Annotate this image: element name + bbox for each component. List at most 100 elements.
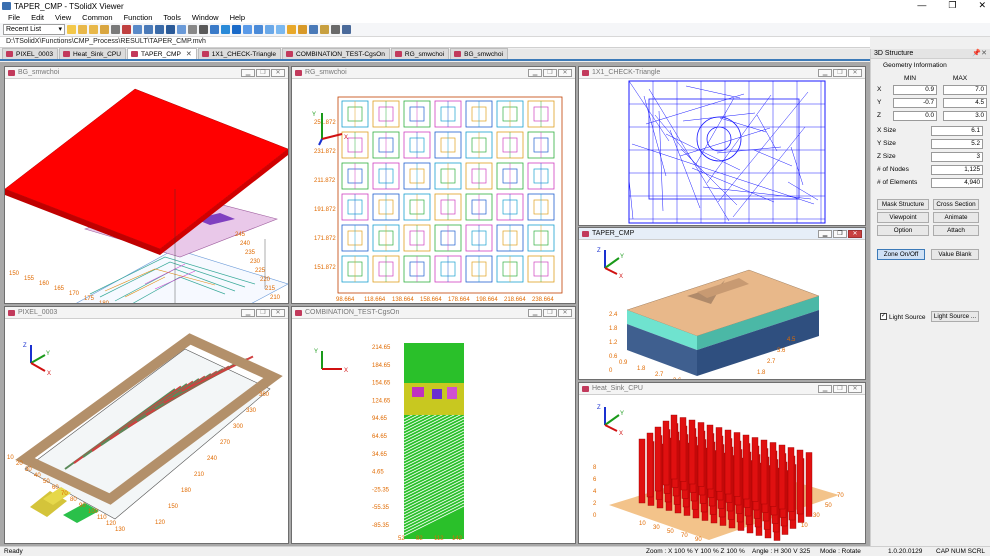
light-source-button[interactable]: Light Source ... [931,311,979,322]
tab-taper[interactable]: TAPER_CMP ✕ [127,48,197,59]
window-close-button[interactable]: ✕ [558,69,572,77]
window-titlebar[interactable]: BG_smwchoi ▁ ❐ ✕ [5,67,288,79]
window-rg[interactable]: RG_smwchoi ▁ ❐ ✕ 98.664 118.664 138.664 158.6… [291,66,576,304]
menu-tools[interactable]: Tools [163,13,181,22]
recent-list-dropdown[interactable]: Recent List [3,24,65,35]
grid-icon[interactable] [188,25,197,34]
zoom-icon[interactable] [232,25,241,34]
window-bg[interactable]: BG_smwchoi ▁❐✕ 1501551601651701751801852… [4,66,289,304]
window-restore-button[interactable]: ❐ [256,309,270,317]
viewport-combo[interactable]: 214.65 184.65 154.65 124.65 94.65 64.65 34.65 4… [292,319,575,543]
folder-icon[interactable] [100,25,109,34]
window-heat-sink[interactable]: Heat_Sink_CPU ▁ ❐ ✕ 8 6 4 2 0 10 30 50 70 90 10 30 50 7… [578,382,866,544]
tab-combination[interactable]: COMBINATION_TEST-CgsOn [282,48,390,59]
menu-window[interactable]: Window [192,13,219,22]
export-icon[interactable] [331,25,340,34]
light-icon[interactable] [320,25,329,34]
window-close-button[interactable]: ✕ [848,69,862,77]
window-min-button[interactable]: ▁ [241,69,255,77]
menu-function[interactable]: Function [124,13,153,22]
viewport-heat[interactable]: 8 6 4 2 0 10 30 50 70 90 10 30 50 70 Z Y X [579,395,865,543]
viewport-bg[interactable]: 1501551601651701751801852102152202252302… [5,79,288,303]
window-combination[interactable]: COMBINATION_TEST-CgsOn ▁ ❐ ✕ 214.65 184.65 1… [291,306,576,544]
window-restore-button[interactable]: ❐ [543,69,557,77]
window-check-triangle[interactable]: 1X1_CHECK-Triangle ▁ ❐ ✕ [578,66,866,226]
window-titlebar[interactable]: COMBINATION_TEST-CgsOn ▁ ❐ ✕ [292,307,575,319]
window-min-button[interactable]: ▁ [818,69,832,77]
print-icon[interactable] [122,25,131,34]
window-titlebar[interactable]: PIXEL_0003 ▁ ❐ ✕ [5,307,288,319]
window-min-button[interactable]: ▁ [241,309,255,317]
window-restore-button[interactable]: ❐ [833,385,847,393]
pin-icon[interactable]: 📌✕ [972,49,987,58]
pan-icon[interactable] [243,25,252,34]
option-button[interactable]: Option [877,225,929,236]
menu-edit[interactable]: Edit [31,13,44,22]
layers-icon[interactable] [342,25,351,34]
menu-common[interactable]: Common [82,13,112,22]
animate-button[interactable]: Animate [933,212,979,223]
window-close-button[interactable]: ✕ [848,230,862,238]
viewpoint-button[interactable]: Viewpoint [877,212,929,223]
cross-section-button[interactable]: Cross Section [933,199,979,210]
menu-view[interactable]: View [55,13,71,22]
axis-icon[interactable] [210,25,219,34]
window-titlebar[interactable]: RG_smwchoi ▁ ❐ ✕ [292,67,575,79]
save-icon[interactable] [111,25,120,34]
window-restore-button[interactable]: ❐ [833,230,847,238]
menu-help[interactable]: Help [230,13,245,22]
view-side-icon[interactable] [276,25,285,34]
window-close-button[interactable]: ✕ [271,309,285,317]
window-restore-button[interactable]: ❐ [833,69,847,77]
rotate-icon[interactable] [254,25,263,34]
cascade-icon[interactable] [177,25,186,34]
attach-button[interactable]: Attach [933,225,979,236]
hand-icon[interactable] [287,25,296,34]
tab-check-triangle[interactable]: 1X1_CHECK-Triangle [197,48,282,59]
zone-toggle-button[interactable]: Zone On/Off [877,249,925,260]
new-file-icon[interactable] [67,25,76,34]
window-close-button[interactable]: ✕ [848,385,862,393]
window-min-button[interactable]: ▁ [528,309,542,317]
z-size-field: 3 [931,151,983,162]
close-button[interactable]: ✕ [978,0,986,11]
light-source-checkbox[interactable]: ✓ [880,313,887,320]
menu-file[interactable]: File [8,13,20,22]
viewport-pixel[interactable]: 1020304050607080901001101201301201501802… [5,319,288,543]
settings-icon[interactable] [199,25,208,34]
viewport-taper[interactable]: 2.41.81.20.600.91.82.73.61.82.73.64.5 ZY… [579,240,865,379]
value-blank-button[interactable]: Value Blank [931,249,979,260]
open-recent-icon[interactable] [89,25,98,34]
open-folder-icon[interactable] [78,25,87,34]
layout-icon[interactable] [155,25,164,34]
paste-icon[interactable] [144,25,153,34]
window-min-button[interactable]: ▁ [818,230,832,238]
window-restore-button[interactable]: ❐ [256,69,270,77]
fit-icon[interactable] [221,25,230,34]
window-taper[interactable]: TAPER_CMP ▁❐✕ 2.41.81.20.600.91.82.73.61… [578,227,866,380]
window-min-button[interactable]: ▁ [528,69,542,77]
minimize-button[interactable]: — [917,0,926,11]
frame-icon[interactable] [309,25,318,34]
window-pixel[interactable]: PIXEL_0003 ▁ ❐ ✕ 10 20 30 40 50 60 70 80 90 100 110 1… [4,306,289,544]
window-titlebar[interactable]: TAPER_CMP ▁ ❐ ✕ [579,228,865,240]
window-restore-button[interactable]: ❐ [543,309,557,317]
viewport-rg[interactable]: 98.664 118.664 138.664 158.664 178.664 198.66… [292,79,575,303]
viewport-check[interactable] [579,79,865,225]
tab-pixel[interactable]: PIXEL_0003 [2,48,59,59]
select-icon[interactable] [298,25,307,34]
maximize-button[interactable]: ❐ [948,0,956,11]
window-close-button[interactable]: ✕ [558,309,572,317]
window-titlebar[interactable]: 1X1_CHECK-Triangle ▁ ❐ ✕ [579,67,865,79]
tile-icon[interactable] [166,25,175,34]
copy-icon[interactable] [133,25,142,34]
window-close-button[interactable]: ✕ [271,69,285,77]
mask-structure-button[interactable]: Mask Structure [877,199,929,210]
tab-close-icon[interactable]: ✕ [186,50,192,58]
tab-heat-sink[interactable]: Heat_Sink_CPU [59,48,127,59]
tab-rg[interactable]: RG_smwchoi [390,48,450,59]
view-front-icon[interactable] [265,25,274,34]
window-titlebar[interactable]: Heat_Sink_CPU ▁ ❐ ✕ [579,383,865,395]
window-min-button[interactable]: ▁ [818,385,832,393]
tab-bg[interactable]: BG_smwchoi [450,48,508,59]
